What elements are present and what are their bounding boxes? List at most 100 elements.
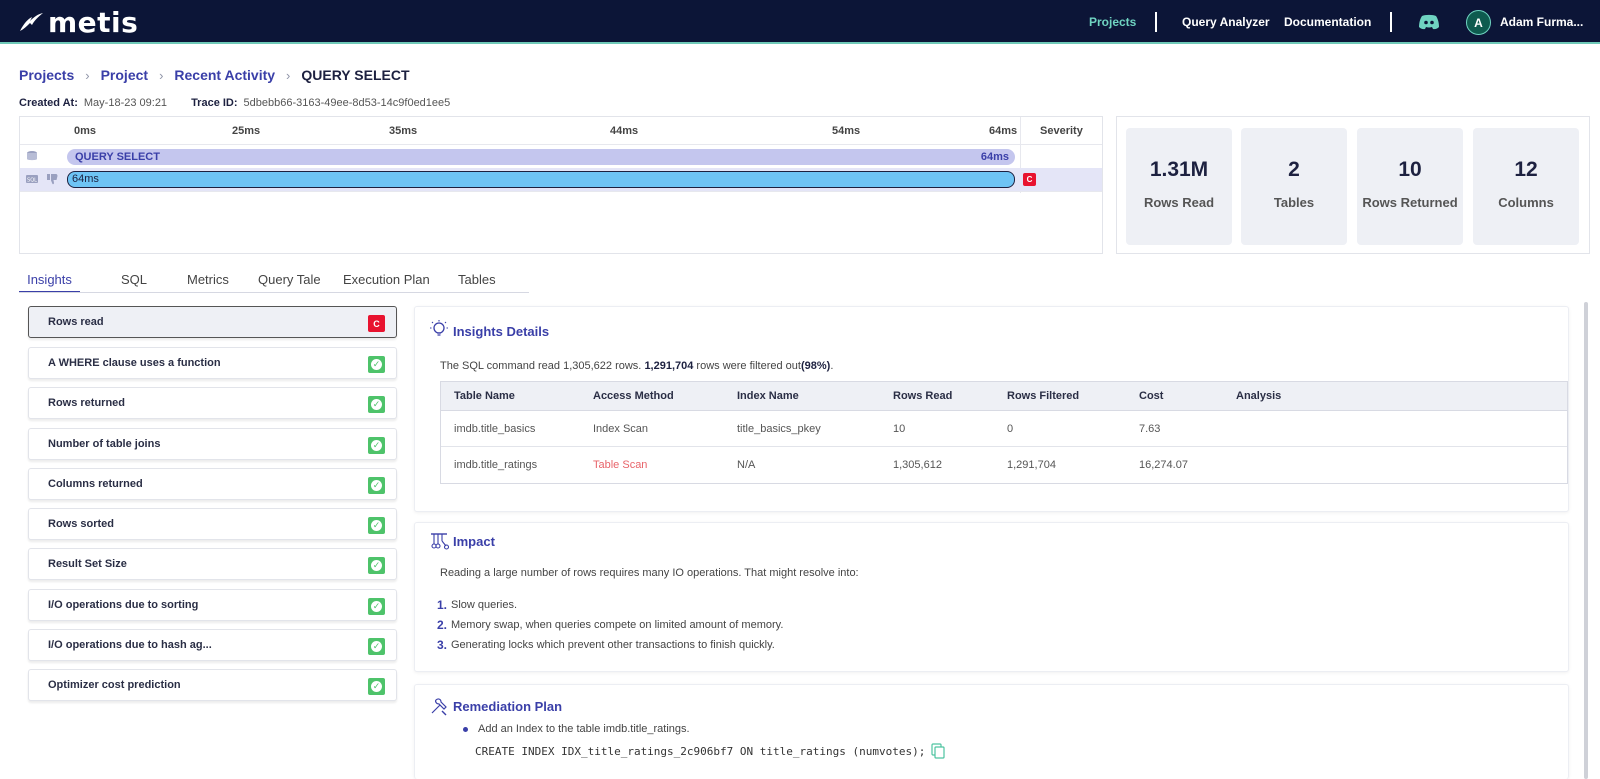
table-header: Table Name Access Method Index Name Rows…: [441, 382, 1567, 411]
nav-divider: [1390, 12, 1392, 32]
metis-logo[interactable]: metis: [18, 6, 138, 39]
insight-table-joins[interactable]: Number of table joins ✓: [28, 428, 397, 460]
bar-duration: 64ms: [72, 173, 99, 185]
create-index-sql: CREATE INDEX IDX_title_ratings_2c906bf7 …: [475, 744, 926, 758]
summary-filtered-count: 1,291,704: [644, 360, 694, 372]
pendulum-icon: [431, 533, 449, 550]
table-cell: 1,305,612: [893, 459, 942, 471]
trace-label: Trace ID:: [191, 97, 238, 109]
severity-critical-badge: C: [368, 315, 385, 332]
nav-documentation[interactable]: Documentation: [1284, 0, 1371, 44]
summary-text: The SQL command read 1,305,622 rows.: [440, 360, 645, 372]
created-label: Created At:: [19, 97, 78, 109]
insight-rows-sorted[interactable]: Rows sorted ✓: [28, 508, 397, 540]
timeline-row-query[interactable]: QUERY SELECT 64ms: [20, 145, 1102, 168]
column-header: Rows Filtered: [1007, 390, 1080, 402]
check-icon: ✓: [368, 678, 385, 695]
table-row[interactable]: imdb.title_basics Index Scan title_basic…: [441, 411, 1567, 447]
lightbulb-icon: [430, 320, 448, 336]
chevron-right-icon: ›: [159, 67, 164, 83]
tick-label: 64ms: [989, 125, 1018, 137]
insight-rows-read[interactable]: Rows read C: [28, 306, 397, 338]
insight-summary: The SQL command read 1,305,622 rows. 1,2…: [440, 360, 833, 372]
summary-filtered-pct: (98%): [800, 360, 831, 372]
list-number: 2.: [437, 618, 448, 632]
tab-insights[interactable]: Insights: [19, 268, 80, 293]
tick-label: 25ms: [232, 125, 261, 137]
trace-timeline: 0ms 25ms 35ms 44ms 54ms 64ms Severity QU…: [19, 116, 1103, 254]
top-navbar: metis Projects Query Analyzer Documentat…: [0, 0, 1600, 44]
bar-duration: 64ms: [980, 151, 1009, 163]
tick-label: 44ms: [610, 125, 639, 137]
insight-label: I/O operations due to hash ag...: [48, 639, 212, 651]
avatar[interactable]: A: [1466, 10, 1491, 35]
insight-label: Columns returned: [48, 478, 143, 490]
remediation-card: Remediation Plan Add an Index to the tab…: [414, 684, 1569, 779]
insight-label: I/O operations due to sorting: [48, 599, 199, 611]
insight-io-hash[interactable]: I/O operations due to hash ag... ✓: [28, 629, 397, 661]
list-text: Slow queries.: [451, 599, 518, 611]
breadcrumb: Projects › Project › Recent Activity › Q…: [19, 67, 410, 83]
insight-label: Rows sorted: [48, 518, 115, 530]
impact-list: 1. Slow queries. 2. Memory swap, when quer…: [437, 595, 783, 655]
insight-where-function[interactable]: A WHERE clause uses a function ✓: [28, 347, 397, 379]
nav-projects[interactable]: Projects: [1089, 0, 1136, 44]
trace-id-value: 5dbebb66-3163-49ee-8d53-14c9f0ed1ee5: [243, 97, 451, 109]
query-select-bar[interactable]: QUERY SELECT 64ms: [67, 149, 1015, 165]
insight-rows-returned[interactable]: Rows returned ✓: [28, 387, 397, 419]
scrollbar[interactable]: [1584, 302, 1588, 779]
tab-sql[interactable]: SQL: [121, 268, 147, 293]
metis-bird-icon: [20, 13, 43, 31]
breadcrumb-project[interactable]: Project: [101, 67, 148, 83]
remediation-step: Add an Index to the table imdb.title_rat…: [463, 723, 690, 735]
tab-execution-plan[interactable]: Execution Plan: [343, 268, 430, 293]
check-icon: ✓: [368, 356, 385, 373]
list-text: Generating locks which prevent other tra…: [451, 639, 775, 651]
check-icon: ✓: [368, 396, 385, 413]
breadcrumb-recent-activity[interactable]: Recent Activity: [174, 67, 275, 83]
table-cell: Index Scan: [593, 422, 649, 435]
table-cell: 1,291,704: [1007, 459, 1056, 471]
summary-text: rows were filtered out: [693, 360, 801, 372]
table-cell: 16,274.07: [1139, 459, 1188, 471]
stat-rows-returned: 10 Rows Returned: [1357, 128, 1463, 245]
stat-tables: 2 Tables: [1241, 128, 1347, 245]
discord-icon[interactable]: [1418, 14, 1440, 30]
bullet-icon: [463, 726, 468, 732]
stat-rows-read: 1.31M Rows Read: [1126, 128, 1232, 245]
insight-io-sorting[interactable]: I/O operations due to sorting ✓: [28, 589, 397, 621]
column-header: Index Name: [737, 390, 799, 402]
tab-metrics[interactable]: Metrics: [187, 268, 229, 293]
remediation-code: CREATE INDEX IDX_title_ratings_2c906bf7 …: [475, 743, 945, 759]
breadcrumb-current: QUERY SELECT: [301, 67, 410, 83]
breadcrumb-projects[interactable]: Projects: [19, 67, 74, 83]
timeline-row-scan[interactable]: SQL 64ms C: [20, 168, 1102, 191]
tab-query-tale[interactable]: Query Tale: [258, 268, 321, 293]
insight-result-set-size[interactable]: Result Set Size ✓: [28, 548, 397, 580]
tab-bar: Insights SQL Metrics Query Tale Executio…: [19, 268, 529, 293]
insight-columns-returned[interactable]: Columns returned ✓: [28, 468, 397, 500]
stat-value: 12: [1514, 158, 1538, 181]
divider: [20, 191, 1102, 192]
table-cell: 10: [893, 422, 906, 435]
table-row[interactable]: imdb.title_ratings Table Scan N/A 1,305,…: [441, 447, 1567, 483]
column-header: Cost: [1139, 390, 1164, 402]
tab-tables[interactable]: Tables: [458, 268, 496, 293]
nav-query-analyzer[interactable]: Query Analyzer: [1182, 0, 1270, 44]
summary-stats: 1.31M Rows Read 2 Tables 10 Rows Returne…: [1116, 116, 1590, 254]
tick-label: 54ms: [832, 125, 861, 137]
insight-label: Result Set Size: [48, 558, 127, 570]
copy-icon[interactable]: [931, 743, 945, 759]
user-name[interactable]: Adam Furma...: [1500, 15, 1595, 29]
list-text: Memory swap, when queries compete on lim…: [451, 619, 784, 631]
insights-details-title: Insights Details: [453, 324, 550, 339]
list-number: 3.: [437, 638, 448, 652]
column-header: Access Method: [593, 390, 674, 402]
created-value: May-18-23 09:21: [83, 97, 168, 109]
bar-label: QUERY SELECT: [75, 151, 160, 163]
insight-optimizer-cost[interactable]: Optimizer cost prediction ✓: [28, 669, 397, 701]
column-header: Table Name: [454, 390, 515, 402]
scan-bar[interactable]: 64ms: [67, 171, 1015, 188]
severity-header: Severity: [1040, 125, 1083, 137]
stat-value: 10: [1398, 158, 1422, 181]
